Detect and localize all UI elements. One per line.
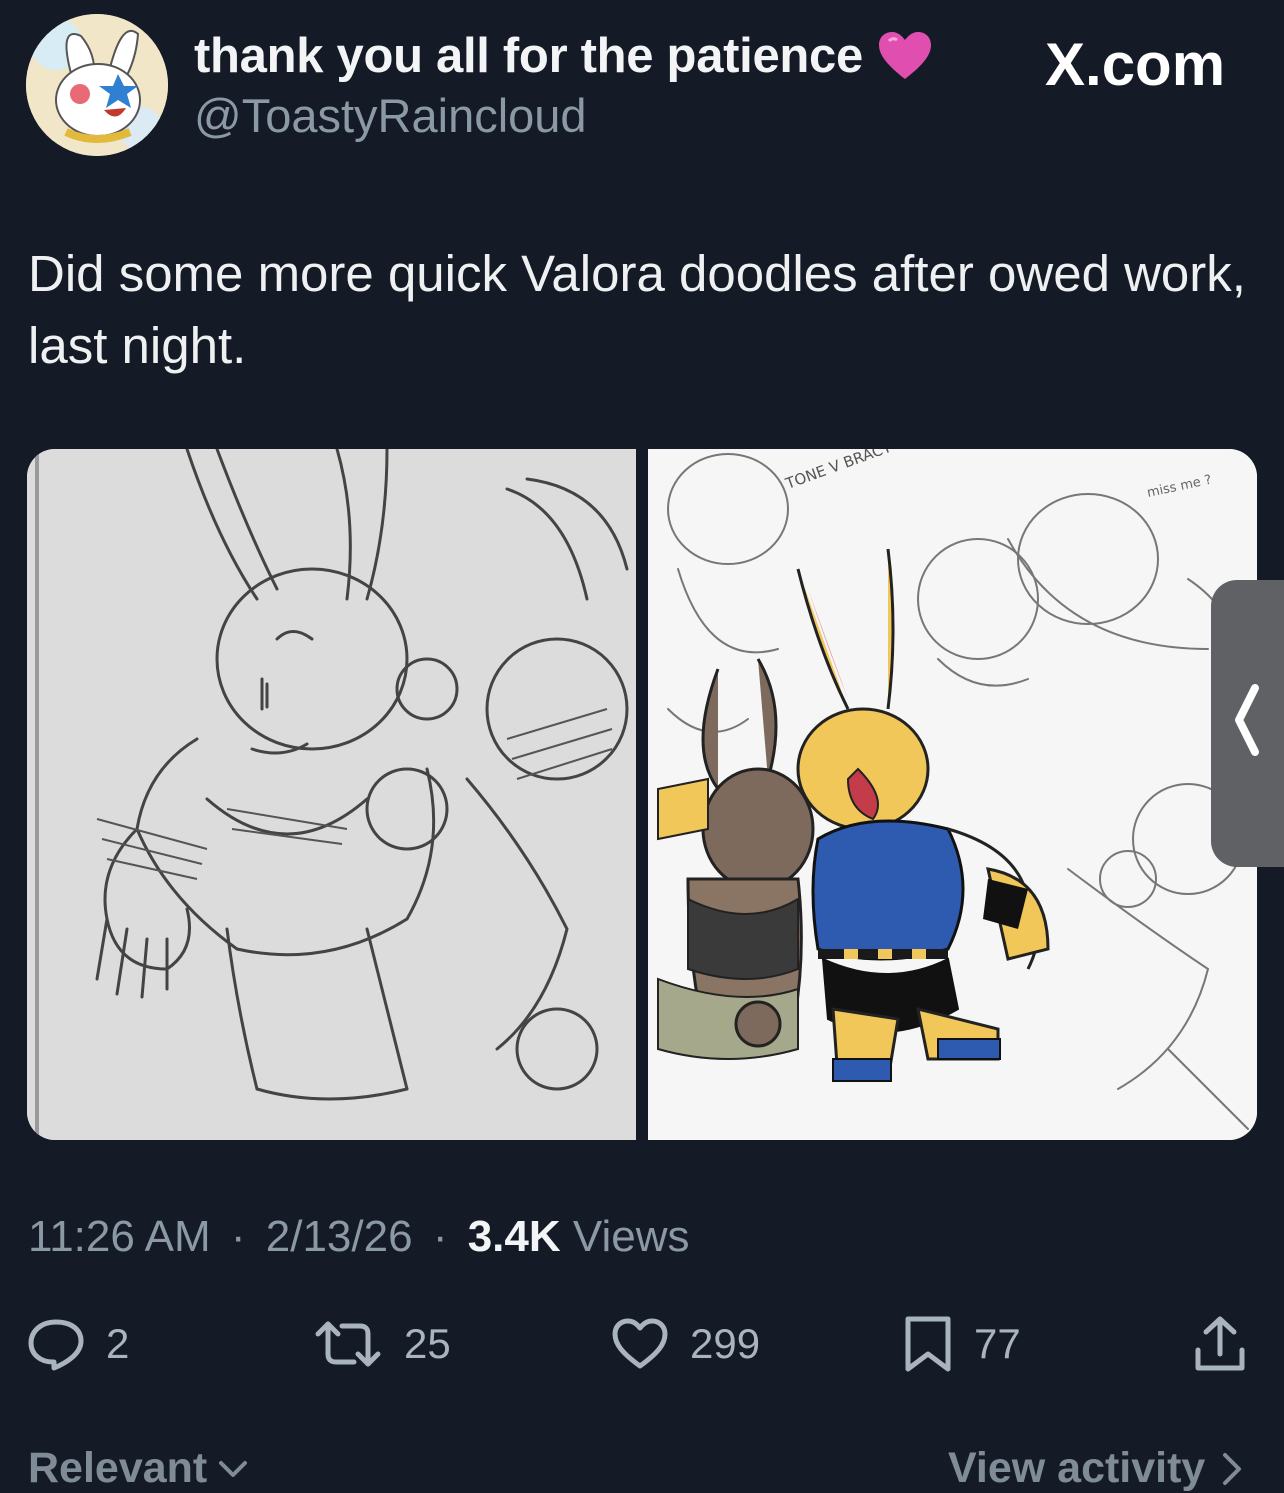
like-icon [612, 1318, 668, 1369]
bookmark-count: 77 [974, 1320, 1021, 1367]
view-activity-label: View activity [948, 1444, 1206, 1492]
tweet-text: Did some more quick Valora doodles after… [28, 245, 1246, 374]
display-name[interactable]: thank you all for the patience [194, 28, 933, 84]
reply-icon [28, 1319, 84, 1371]
reply-count: 2 [106, 1320, 130, 1367]
repost-button[interactable]: 25 [312, 1312, 451, 1376]
repost-count: 25 [404, 1320, 451, 1367]
share-button[interactable] [1192, 1312, 1248, 1376]
share-icon [1195, 1316, 1245, 1371]
tweet-time: 11:26 AM [28, 1212, 211, 1261]
views-label: Views [572, 1212, 690, 1261]
view-activity-link[interactable]: View activity [948, 1444, 1249, 1493]
like-button[interactable]: 299 [610, 1312, 760, 1376]
tweet-meta: 11:26 AM · 2/13/26 · 3.4K Views [28, 1212, 689, 1262]
heart-emoji-icon [878, 32, 931, 79]
carousel-prev-button[interactable] [1211, 580, 1284, 867]
chevron-left-icon [1235, 684, 1259, 756]
meta-separator: · [230, 1212, 246, 1261]
site-logo: X.com [1045, 31, 1226, 98]
bookmark-button[interactable]: 77 [902, 1312, 1021, 1376]
views-count: 3.4K [467, 1212, 561, 1261]
meta-separator: · [432, 1212, 448, 1261]
display-name-text: thank you all for the patience [194, 29, 863, 83]
media-image-2[interactable]: TONE V BRACT ? miss me ? [648, 449, 1257, 1140]
avatar[interactable] [26, 14, 168, 156]
repost-icon [315, 1321, 381, 1367]
like-count: 299 [690, 1320, 761, 1367]
reply-button[interactable]: 2 [26, 1312, 129, 1376]
tweet-date: 2/13/26 [265, 1212, 413, 1261]
bookmark-icon [905, 1316, 951, 1372]
chevron-right-icon [1223, 1452, 1242, 1485]
sort-dropdown[interactable]: Relevant [28, 1444, 253, 1493]
user-handle[interactable]: @ToastyRaincloud [194, 88, 587, 143]
media-image-1[interactable] [27, 449, 636, 1140]
sort-label: Relevant [28, 1444, 208, 1492]
chevron-down-icon [219, 1460, 248, 1477]
